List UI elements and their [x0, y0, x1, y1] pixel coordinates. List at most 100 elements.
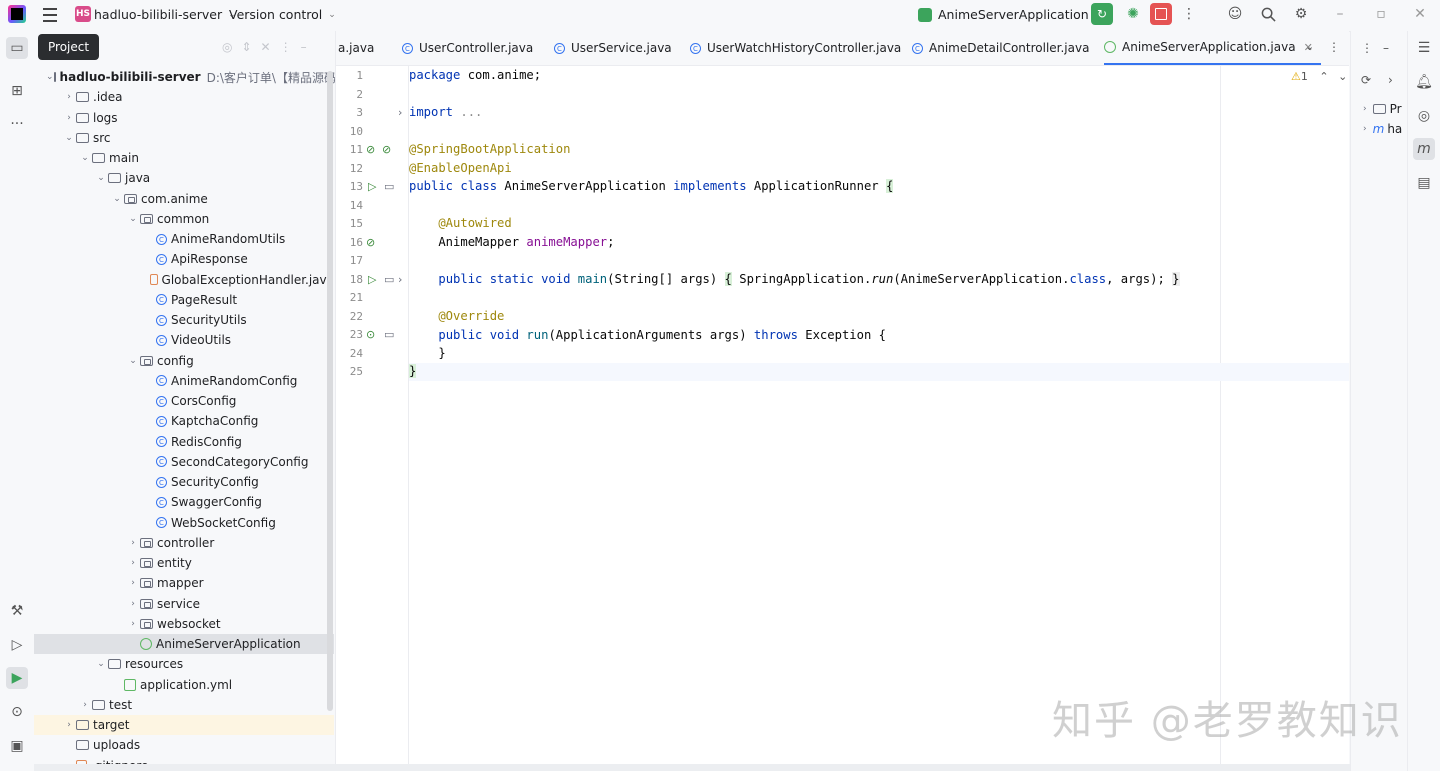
close-window-button[interactable]: ✕ — [1411, 5, 1429, 23]
tree-item[interactable]: C RedisConfig — [34, 432, 334, 452]
chevron-up-icon[interactable]: ⌃ — [1319, 70, 1328, 83]
tree-item[interactable]: ⌄ common — [34, 209, 334, 229]
tree-item[interactable]: ⌄ main — [34, 148, 334, 168]
tree-item[interactable]: C SecondCategoryConfig — [34, 452, 334, 472]
build-tool-button[interactable]: ⚒ — [6, 600, 28, 622]
tree-item[interactable]: ⌄ src — [34, 128, 334, 148]
terminal-icon: ▣ — [10, 738, 24, 754]
tree-item[interactable]: AnimeServerApplication — [34, 634, 334, 655]
maximize-button[interactable]: ▫ — [1372, 5, 1390, 23]
chevron-right-icon[interactable]: › — [398, 273, 402, 286]
java-class-icon: C — [156, 375, 167, 387]
editor-tab[interactable]: C UserService.java — [554, 31, 680, 65]
editor-tab[interactable]: C UserController.java — [402, 31, 541, 65]
tree-item[interactable]: › logs — [34, 108, 334, 128]
tree-root[interactable]: ⌄ hadluo-bilibili-server D:\客户订单\【精品源码系列 — [34, 67, 335, 87]
run-config-selector[interactable]: AnimeServerApplication⌄ — [918, 7, 1102, 22]
chevron-right-icon: › — [67, 92, 71, 103]
tree-item[interactable]: GlobalExceptionHandler.java — [34, 270, 334, 290]
tree-item[interactable]: C WebSocketConfig — [34, 513, 334, 533]
project-selector[interactable]: hadluo-bilibili-server ⌄ — [94, 7, 236, 22]
ai-assistant-tool-button[interactable]: ◎ — [1413, 105, 1435, 127]
project-badge[interactable]: HS — [75, 6, 91, 22]
chevron-down-icon: ⌄ — [65, 132, 73, 143]
project-panel-toolbar[interactable]: ◎⇕✕⋮– — [222, 40, 316, 54]
panel-options-button[interactable]: ⋮ — [1361, 41, 1373, 55]
notifications-tool-button[interactable]: 🔔︎ — [1413, 71, 1435, 93]
tab-list-button[interactable]: ⌄ — [1305, 40, 1314, 53]
tree-item[interactable]: › .idea — [34, 87, 334, 107]
tree-item[interactable]: C AnimeRandomUtils — [34, 229, 334, 249]
more-vertical-icon: ⋮ — [1361, 41, 1373, 55]
tree-item[interactable]: ⌄ java — [34, 168, 334, 188]
stop-button[interactable] — [1150, 3, 1172, 25]
code-editor[interactable]: 1 2 3 10 11 12 13 14 15 16 17 18 21 22 23 24 25 ⊘ ⊘ ▷ ▭ ⊘ ▷ ▭ › ⊙… — [336, 66, 1349, 766]
line-number: 1 — [356, 69, 363, 82]
version-control-menu[interactable]: Version control ⌄ — [229, 7, 336, 22]
chevron-right-icon[interactable]: › — [398, 106, 402, 119]
tree-item[interactable]: C ApiResponse — [34, 249, 334, 269]
tree-item[interactable]: ⌄ resources — [34, 654, 334, 674]
maven-tool-button[interactable]: m — [1413, 138, 1435, 160]
tree-item[interactable]: › target — [34, 715, 334, 736]
tree-item[interactable]: C VideoUtils — [34, 330, 334, 350]
right-tree-item[interactable]: › Pr — [1363, 102, 1402, 116]
structure-tool-button[interactable]: ⊞ — [6, 80, 28, 102]
more-vertical-icon: ⋮ — [1182, 6, 1196, 22]
tree-item[interactable]: › service — [34, 594, 334, 614]
tree-item[interactable]: › entity — [34, 553, 334, 573]
tree-item[interactable]: C KaptchaConfig — [34, 411, 334, 431]
tree-item[interactable]: uploads — [34, 735, 334, 755]
run-gutter-icon[interactable]: ▷ — [368, 273, 376, 286]
panel-hide-button[interactable]: – — [1383, 41, 1389, 55]
tree-item[interactable]: C SecurityUtils — [34, 310, 334, 330]
java-class-icon: C — [156, 415, 167, 427]
run-tool-button[interactable]: ▶ — [6, 667, 28, 689]
more-tools-button[interactable]: ··· — [6, 113, 28, 135]
search-button[interactable] — [1259, 5, 1277, 23]
tree-item[interactable]: C SwaggerConfig — [34, 492, 334, 512]
database-tool-button[interactable]: ☰ — [1413, 37, 1435, 59]
run-gutter-icon[interactable]: ▷ — [368, 180, 376, 193]
more-actions-button[interactable]: ⋮ — [1180, 5, 1198, 23]
chevron-down-icon: ⌄ — [129, 355, 137, 366]
tree-item-label: AnimeRandomUtils — [171, 232, 286, 247]
tree-item[interactable]: ⌄ com.anime — [34, 189, 334, 209]
chevron-right-button[interactable]: › — [1388, 73, 1393, 87]
chevron-down-icon[interactable]: ⌄ — [1338, 70, 1347, 83]
inspection-widget[interactable]: ⚠1 ⌃ ⌄ — [1291, 70, 1347, 83]
tab-options-button[interactable]: ⋮ — [1328, 40, 1340, 54]
expand-all-icon: ⇕ — [241, 40, 261, 54]
tree-item[interactable]: C CorsConfig — [34, 391, 334, 411]
project-tool-button[interactable]: ▭ — [6, 37, 28, 59]
project-scrollbar[interactable] — [327, 71, 333, 711]
rerun-button[interactable]: ↻ — [1091, 3, 1113, 25]
editor-tab[interactable]: AnimeServerApplication.java ✕ — [1104, 31, 1321, 65]
problems-tool-button[interactable]: ⊙ — [6, 701, 28, 723]
debug-button[interactable]: ✺ — [1124, 5, 1142, 23]
editor-tab[interactable]: C UserWatchHistoryController.java — [690, 31, 909, 65]
terminal-tool-button[interactable]: ▣ — [6, 735, 28, 757]
horizontal-scrollbar[interactable] — [34, 764, 1350, 771]
editor-tab[interactable]: a.java — [336, 31, 382, 65]
main-menu-icon[interactable] — [42, 7, 58, 23]
code-line-11: @SpringBootApplication — [409, 142, 571, 156]
editor-tab[interactable]: C AnimeDetailController.java — [912, 31, 1097, 65]
code-with-me-button[interactable]: ☺ — [1226, 5, 1244, 23]
right-tree-item[interactable]: › m ha — [1363, 122, 1402, 136]
services-tool-button[interactable]: ▷ — [6, 634, 28, 656]
refresh-button[interactable]: ⟳ — [1361, 73, 1371, 87]
tree-item[interactable]: › websocket — [34, 614, 334, 634]
tree-item[interactable]: application.yml — [34, 675, 334, 695]
tree-item[interactable]: C PageResult — [34, 290, 334, 310]
tree-item[interactable]: › test — [34, 695, 334, 715]
settings-button[interactable]: ⚙ — [1292, 5, 1310, 23]
tree-item[interactable]: ⌄ config — [34, 351, 334, 371]
tree-item[interactable]: › controller — [34, 533, 334, 553]
tree-item-label: KaptchaConfig — [171, 414, 259, 429]
tree-item[interactable]: C AnimeRandomConfig — [34, 371, 334, 391]
minimize-button[interactable]: – — [1331, 5, 1349, 23]
tree-item[interactable]: C SecurityConfig — [34, 472, 334, 492]
endpoints-tool-button[interactable]: ▤ — [1413, 172, 1435, 194]
tree-item[interactable]: › mapper — [34, 573, 334, 593]
